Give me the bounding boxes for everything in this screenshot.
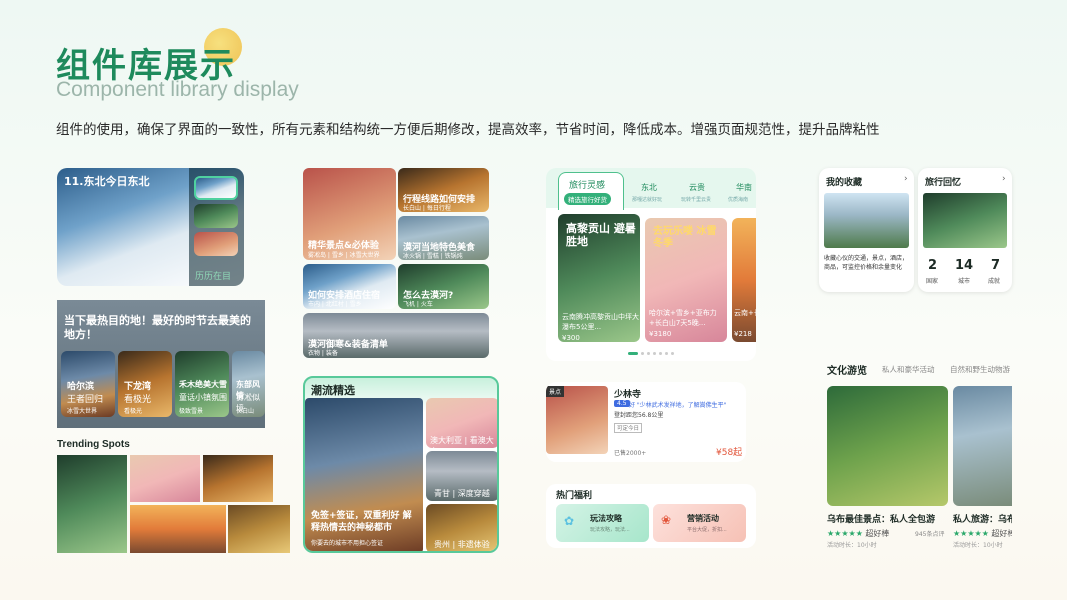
tab-nature[interactable]: 自然和野生动物游 (950, 364, 1012, 375)
memories-title: 旅行回忆 (925, 178, 962, 188)
culture-card-title[interactable]: 私人旅游：乌布 (953, 512, 1012, 525)
guide-item[interactable]: 漠河御寒&装备清单 衣物 | 装备 (303, 313, 489, 358)
card-label: 11.东北今日东北 (64, 175, 150, 188)
inspiration-card[interactable]: 去玩乐喽 冰雪冬季 哈尔滨+雪乡+亚布力+长白山7天5晚... ¥3180 (645, 218, 727, 342)
trending-photo[interactable] (203, 455, 273, 502)
welfare-strategy-button[interactable]: ✿ 玩法攻略 玩法攻略，玩法... (556, 504, 649, 542)
poi-distance: 登封距您56.8公里 (614, 412, 664, 419)
inspiration-card[interactable]: 高黎贡山 避暑胜地 云南腾冲高黎贡山中坪大瀑布5公里... ¥300 (558, 214, 640, 342)
culture-card-photo[interactable] (827, 386, 948, 506)
destination-item[interactable]: 下龙湾 看极光 看极光 (118, 351, 172, 417)
thumbnail[interactable] (194, 232, 238, 256)
trend-side-photo[interactable]: 澳大利亚 | 看澳大主 (426, 398, 497, 448)
rating-stars: ★★★★★ 超好棒 (827, 529, 890, 538)
trending-photo[interactable] (228, 505, 290, 553)
poi-tag: 景点 (546, 386, 565, 397)
destination-item[interactable]: 哈尔滨 王者回归 冰雪大世界 (61, 351, 115, 417)
poi-rating: 4.5 (614, 400, 630, 407)
trending-photo[interactable] (130, 505, 226, 553)
culture-card-photo[interactable] (953, 386, 1012, 506)
memories-card[interactable]: 旅行回忆 › 2 国家 14 城市 7 成就 (918, 168, 1012, 292)
trend-heading: 潮流精选 (311, 384, 355, 397)
favorites-desc: 收藏心仪的交通，景点，酒店，商品，可监控价格和余量变化 (824, 255, 909, 271)
thumbnail[interactable] (194, 176, 238, 200)
guide-item[interactable]: 怎么去漠河? 飞机 | 火车 (398, 264, 489, 309)
welfare-promo-button[interactable]: ❀ 营销活动 平台大促，折扣... (653, 504, 746, 542)
page-description: 组件的使用，确保了界面的一致性，所有元素和结构统一方便后期修改，提高效率，节省时… (56, 122, 880, 138)
trend-side-photo[interactable]: 贵州 | 非遗体验 (426, 504, 497, 551)
welfare-card: 热门福利 ✿ 玩法攻略 玩法攻略，玩法... ❀ 营销活动 平台大促，折扣... (546, 484, 756, 548)
memories-photo (923, 193, 1007, 248)
trending-photo[interactable] (130, 455, 200, 502)
chevron-right-icon[interactable]: › (904, 174, 908, 184)
culture-duration: 活动时长：10小时 (953, 542, 1003, 549)
gift-icon: ❀ (661, 513, 672, 527)
guide-item[interactable]: 如何安排酒店住宿 市内 | 北红村 | 雪乡 (303, 264, 396, 309)
pagination-dots[interactable] (628, 352, 676, 356)
destination-item[interactable]: 禾木绝美大雪 童话小镇氛围 极致雪景 (175, 351, 229, 417)
tab-inspiration[interactable]: 旅行灵感 精选旅行好货 (558, 172, 624, 210)
poi-sold: 已售2000+ (614, 450, 647, 457)
guide-item[interactable]: 精华景点&必体验 雾凇岛 | 雪乡 | 冰雪大世界 (303, 168, 396, 260)
hot-heading: 当下最热目的地！最好的时节去最美的地方！ (64, 314, 251, 341)
poi-status: 可定今日 (614, 423, 643, 433)
tab-south[interactable]: 华南 (736, 182, 752, 193)
welfare-heading: 热门福利 (556, 491, 593, 501)
hot-destinations-card: 当下最热目的地！最好的时节去最美的地方！ 哈尔滨 王者回归 冰雪大世界 下龙湾 看极光… (57, 300, 265, 428)
trending-photo[interactable] (57, 455, 127, 553)
tab-northeast[interactable]: 东北 (641, 182, 657, 193)
guide-item[interactable]: 行程线路如何安排 长白山 | 每日行程 (398, 168, 489, 212)
culture-card-title[interactable]: 乌布最佳景点：私人全包游 (827, 512, 935, 525)
review-count: 945条点评 (915, 531, 945, 538)
snow-video-card[interactable]: 11.东北今日东北 历历在目 (57, 168, 244, 286)
favorites-title: 我的收藏 (826, 178, 863, 188)
favorites-card[interactable]: 我的收藏 › 收藏心仪的交通，景点，酒店，商品，可监控价格和余量变化 (819, 168, 914, 292)
inspiration-card[interactable]: 云南+长白 ¥218 (732, 218, 756, 342)
thumbnail-strip: 历历在目 (189, 168, 244, 286)
poi-card[interactable]: 景点 少林寺 4.5 好 "少林武术发祥地，了解嵩佛生平" 登封距您56.8公里… (546, 382, 746, 462)
tab-private[interactable]: 私人和豪华活动 (882, 364, 935, 375)
poi-name: 少林寺 (614, 390, 642, 400)
favorites-photo (824, 193, 909, 248)
rating-stars: ★★★★★ 超好棒 (953, 529, 1012, 538)
travel-inspiration-card: 旅行灵感 精选旅行好货 东北 那嘎达就好玩 云贵 玩转千里云贵 华南 优质海南 … (546, 168, 756, 361)
trending-label: Trending Spots (57, 439, 130, 450)
destination-item[interactable]: 东部风情 雾凇似境 长白山 (232, 351, 265, 417)
tab-yungui[interactable]: 云贵 (689, 182, 705, 193)
guide-item[interactable]: 漠河当地特色美食 冰火锅 | 雪糕 | 铁锅炖 (398, 216, 489, 260)
poi-price: ¥58起 (716, 448, 743, 458)
history-button[interactable]: 历历在目 (195, 269, 231, 282)
page-subtitle: Component library display (56, 78, 299, 101)
poi-review: 好 "少林武术发祥地，了解嵩佛生平" (629, 402, 727, 409)
trend-picks-card: 潮流精选 免签+签证，双重利好 解释热情去的神秘都市 你要去的城市不用担心签证 … (303, 376, 499, 553)
culture-duration: 活动时长：10小时 (827, 542, 877, 549)
snowflake-icon: ✿ (564, 514, 575, 528)
trend-main-photo[interactable]: 免签+签证，双重利好 解释热情去的神秘都市 你要去的城市不用担心签证 (305, 398, 423, 551)
chevron-right-icon[interactable]: › (1002, 174, 1006, 184)
tab-culture[interactable]: 文化游览 (827, 362, 867, 377)
thumbnail[interactable] (194, 204, 238, 228)
trend-side-photo[interactable]: 青甘 | 深度穿越 (426, 451, 497, 501)
